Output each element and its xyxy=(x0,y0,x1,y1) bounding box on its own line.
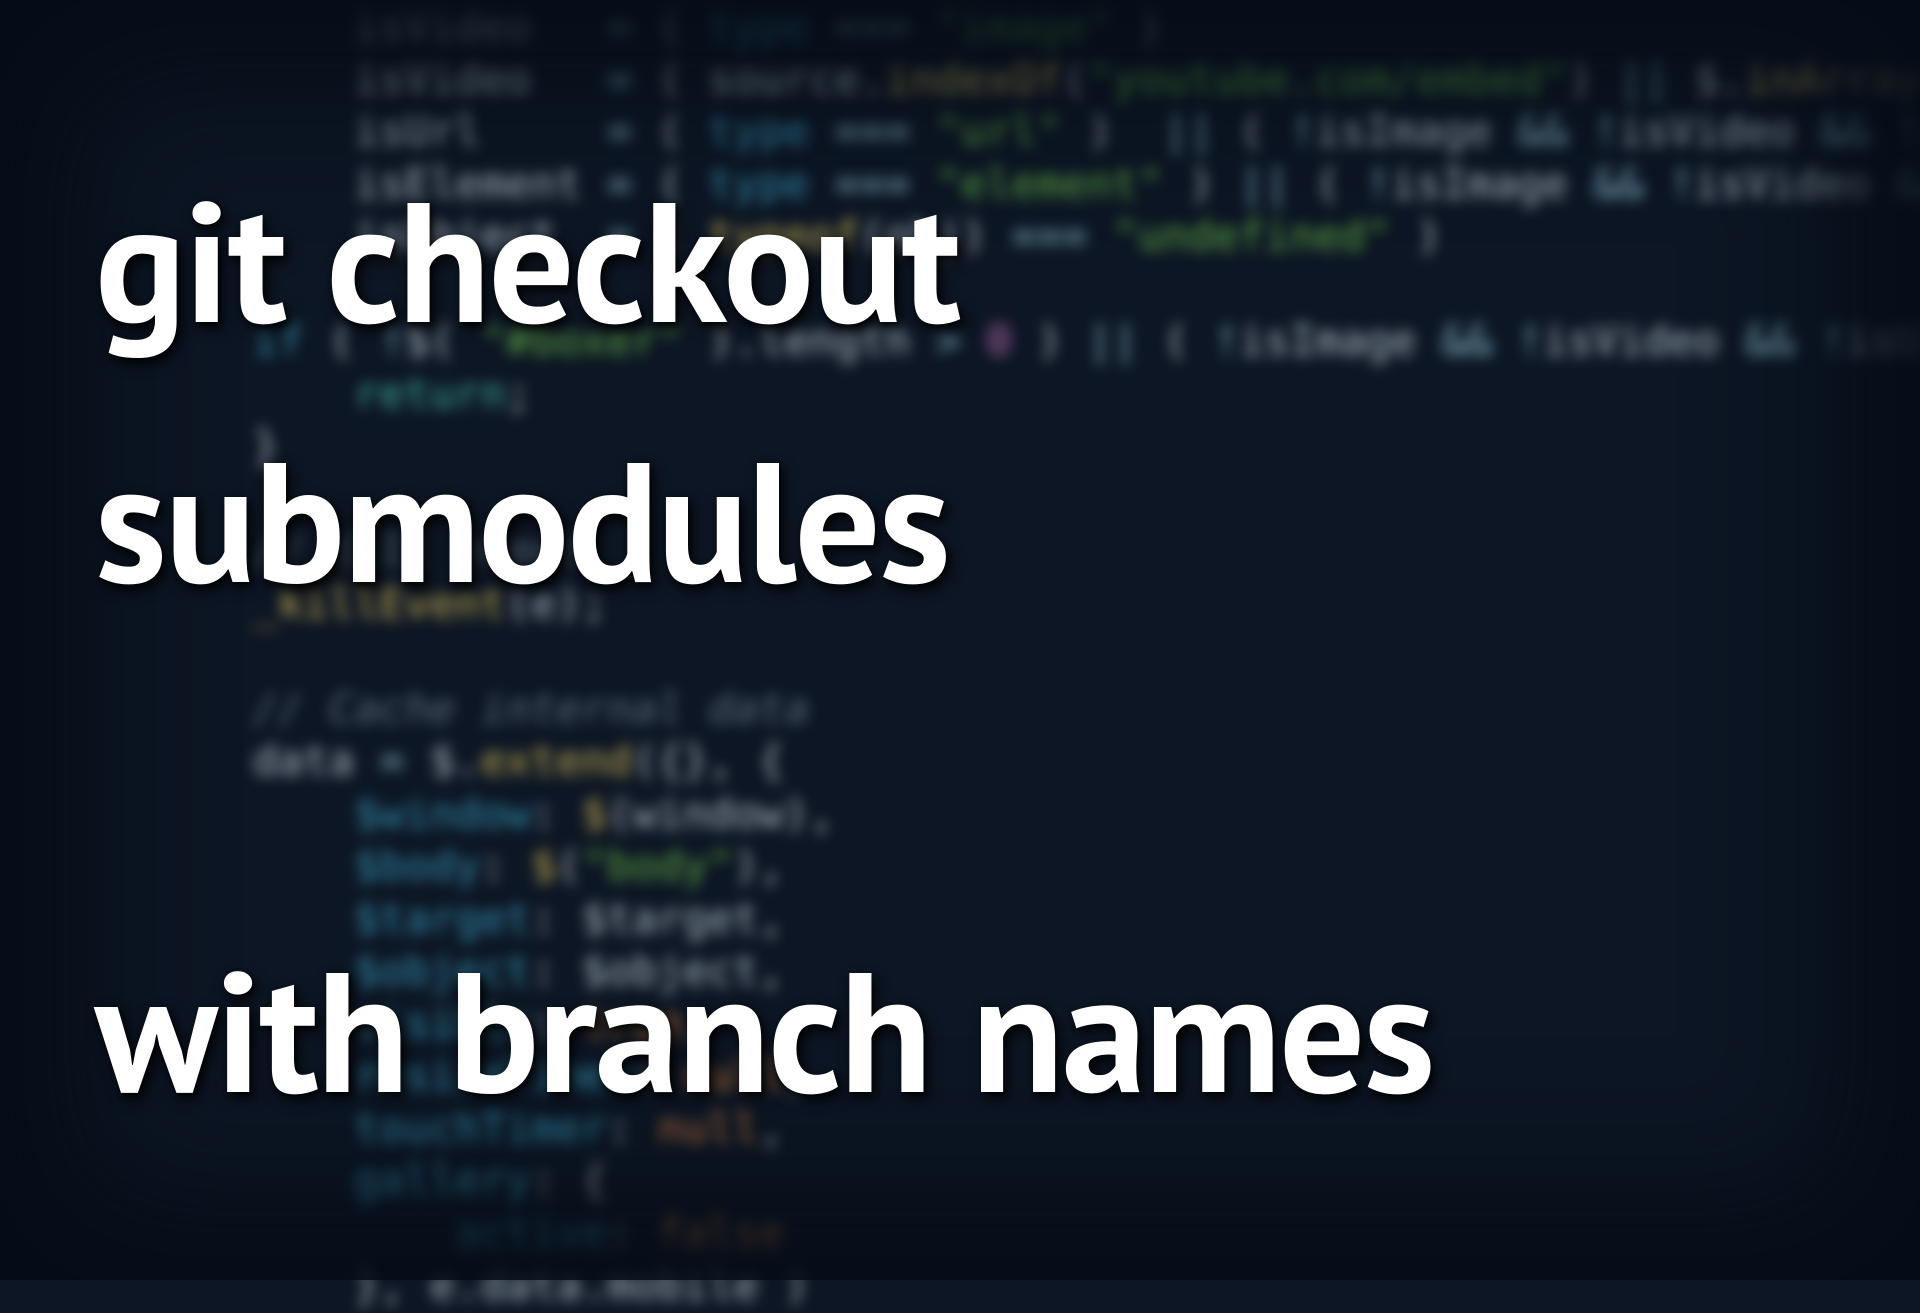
code-line: }, e.data.mobile ) xyxy=(0,1260,1920,1313)
code-line: $window: $(window), xyxy=(0,788,1920,841)
code-line xyxy=(0,630,1920,683)
code-line: $body: $("body"), xyxy=(0,840,1920,893)
code-line: gallery: { xyxy=(0,1155,1920,1208)
code-line: // Cache internal data xyxy=(0,683,1920,736)
code-line: isVideo = ( source.indexOf("youtube.com/… xyxy=(0,53,1920,106)
code-line: data = $.extend({}, { xyxy=(0,735,1920,788)
headline-line-1: git checkout xyxy=(95,170,959,349)
code-line: isVideo = ( type === "image" ) xyxy=(0,0,1920,53)
code-line: active: false xyxy=(0,1208,1920,1261)
headline-line-3: with branch names xyxy=(95,940,1433,1119)
headline-line-2: submodules xyxy=(95,430,949,609)
